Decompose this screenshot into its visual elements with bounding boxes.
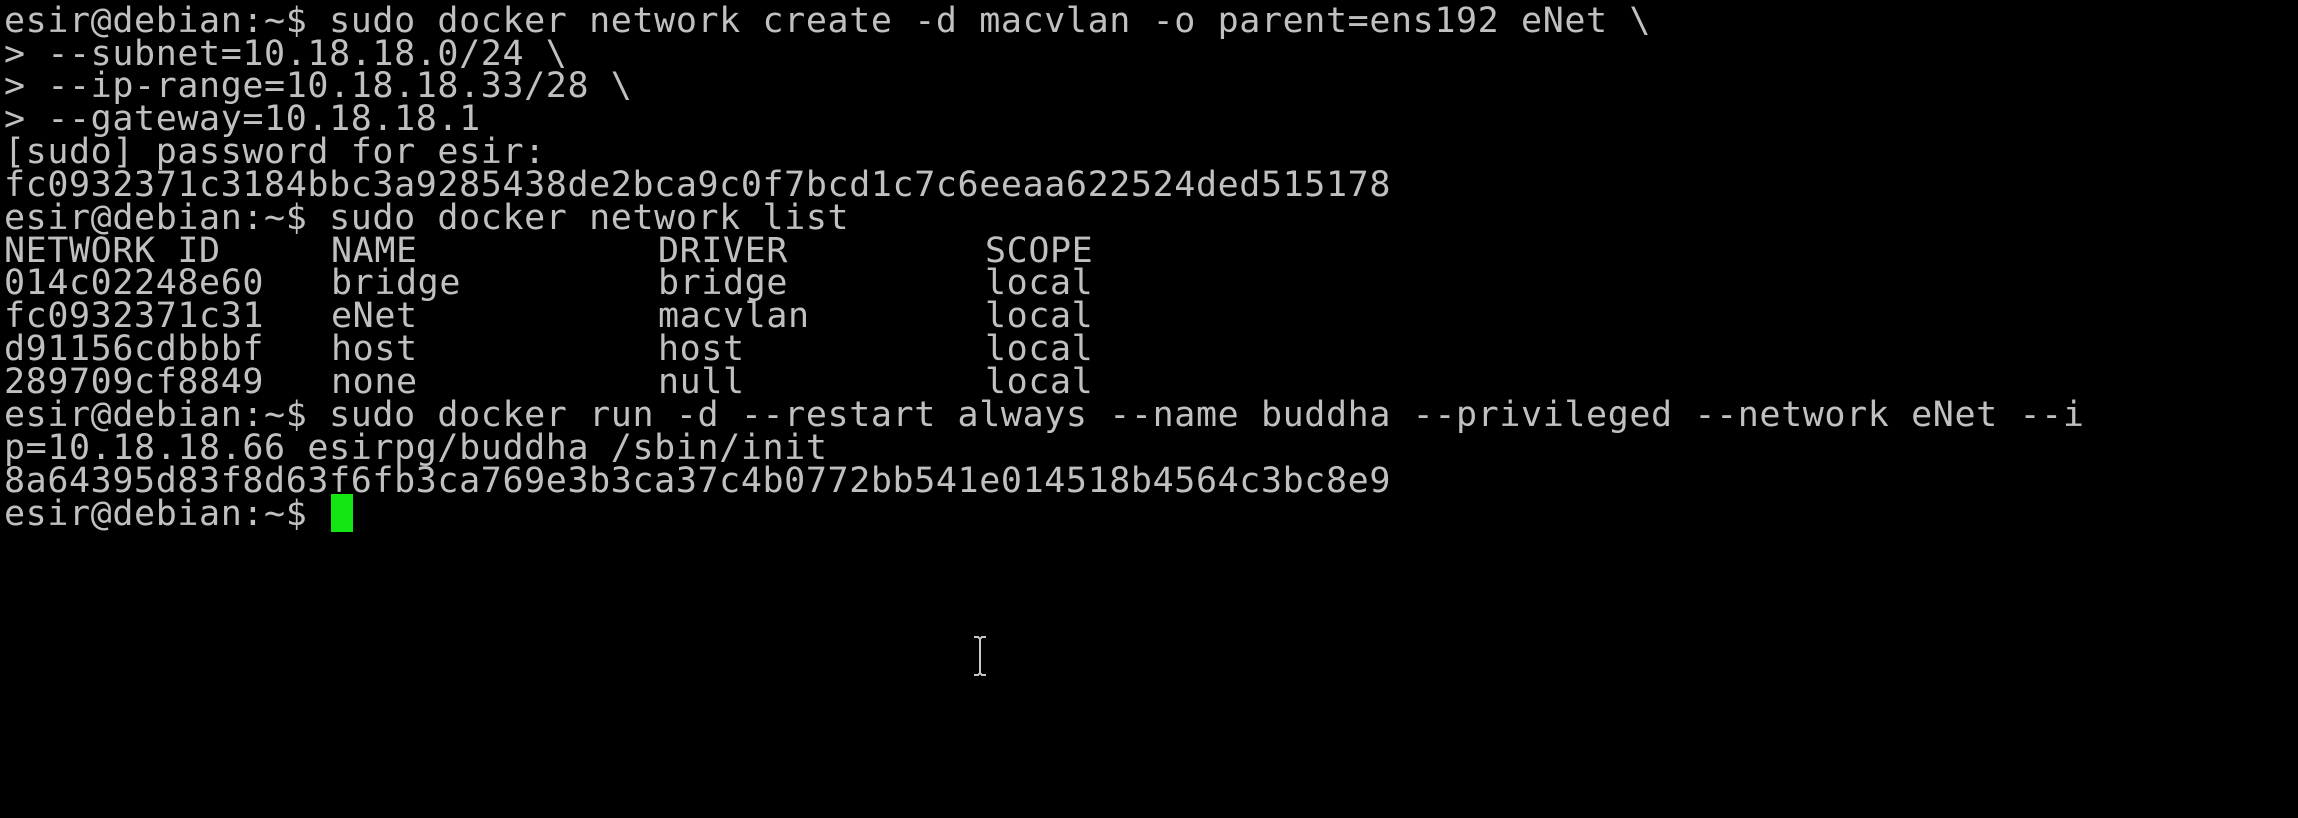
block-cursor bbox=[331, 494, 354, 532]
ibeam-icon bbox=[974, 636, 986, 676]
terminal-window[interactable]: esir@debian:~$ sudo docker network creat… bbox=[0, 0, 2298, 818]
prompt-text: esir@debian:~$ bbox=[4, 494, 330, 534]
terminal-line-prompt[interactable]: esir@debian:~$ bbox=[4, 490, 354, 538]
